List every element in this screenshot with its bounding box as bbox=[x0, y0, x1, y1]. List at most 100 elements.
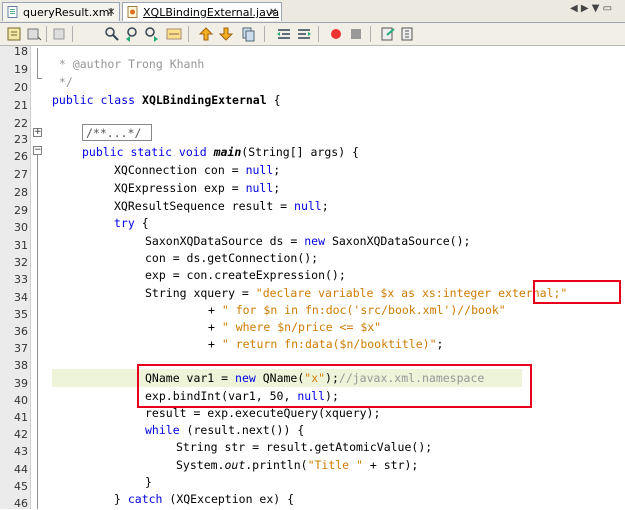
record-macro-icon[interactable] bbox=[328, 26, 344, 42]
close-icon[interactable]: ✕ bbox=[269, 3, 277, 22]
uncomment-icon[interactable] bbox=[400, 26, 416, 42]
keyword: new bbox=[304, 234, 326, 248]
code-line-35[interactable]: + " for $n in fn:doc('src/book.xml')//bo… bbox=[208, 301, 506, 319]
toolbar-separator bbox=[264, 26, 265, 42]
code-line-26[interactable]: public static void main(String[] args) { bbox=[82, 143, 359, 161]
keyword: public static void bbox=[82, 145, 214, 159]
line-number: 29 bbox=[14, 204, 28, 217]
toolbar-separator bbox=[318, 26, 319, 42]
code-line-32[interactable]: con = ds.getConnection(); bbox=[145, 249, 318, 267]
keyword: null bbox=[245, 181, 274, 195]
code-text: ; bbox=[273, 181, 281, 195]
code-line-30[interactable]: try { bbox=[114, 214, 149, 232]
line-number: 27 bbox=[14, 168, 28, 181]
code-line-20[interactable]: */ bbox=[52, 73, 73, 91]
shift-left-icon[interactable] bbox=[276, 26, 292, 42]
line-number: 43 bbox=[14, 445, 28, 458]
fold-guide bbox=[37, 48, 38, 78]
code-text: SaxonXQDataSource(); bbox=[325, 234, 471, 248]
code-text: } bbox=[114, 492, 128, 506]
keyword: catch bbox=[127, 492, 163, 506]
code-line-29[interactable]: XQResultSequence result = null; bbox=[114, 197, 329, 215]
keyword: public class bbox=[52, 93, 143, 107]
string-literal: "Title " bbox=[307, 458, 363, 472]
toolbar-separator bbox=[188, 26, 189, 42]
code-line-42[interactable]: while (result.next()) { bbox=[145, 421, 304, 439]
shift-right-icon[interactable] bbox=[296, 26, 312, 42]
line-number: 35 bbox=[14, 308, 28, 321]
code-line-37[interactable]: + " return fn:data($n/booktitle)"; bbox=[208, 335, 443, 353]
next-bookmark-icon[interactable] bbox=[218, 26, 234, 42]
find-next-icon[interactable] bbox=[144, 26, 160, 42]
annotation-box-qname-bind bbox=[137, 364, 532, 408]
code-line-28[interactable]: XQExpression exp = null; bbox=[114, 179, 280, 197]
line-number: 36 bbox=[14, 325, 28, 338]
prev-bookmark-icon[interactable] bbox=[198, 26, 214, 42]
code-line-45[interactable]: } bbox=[145, 473, 152, 491]
string-literal: "declare variable $x as xs:integer exter… bbox=[255, 286, 568, 300]
expand-fold-icon[interactable]: + bbox=[33, 128, 42, 137]
line-number: 41 bbox=[14, 411, 28, 424]
back-icon[interactable] bbox=[26, 26, 42, 42]
annotation-box-external bbox=[533, 280, 621, 304]
code-text: result = exp.executeQuery(xquery); bbox=[145, 406, 381, 420]
static-field: out bbox=[224, 458, 246, 472]
forward-icon[interactable] bbox=[52, 26, 68, 42]
line-number: 31 bbox=[14, 239, 28, 252]
line-number: 45 bbox=[14, 480, 28, 493]
code-text: { bbox=[266, 93, 281, 107]
fold-guide bbox=[37, 78, 42, 79]
fold-guide bbox=[37, 155, 38, 509]
line-number: 20 bbox=[14, 81, 28, 94]
code-text: + str); bbox=[362, 458, 419, 472]
line-number: 22 bbox=[14, 117, 28, 130]
line-number: 21 bbox=[14, 99, 28, 112]
code-line-23[interactable]: /**...*/ bbox=[86, 124, 141, 142]
line-number: 32 bbox=[14, 256, 28, 269]
code-line-34[interactable]: String xquery = "declare variable $x as … bbox=[145, 284, 567, 302]
collapsed-comment-text: /**...*/ bbox=[86, 126, 142, 140]
collapse-fold-icon[interactable]: − bbox=[33, 146, 42, 155]
line-number: 38 bbox=[14, 359, 28, 372]
tab-xql-binding-external-java[interactable]: XQLBindingExternal.java ✕ bbox=[122, 2, 282, 21]
stop-macro-icon[interactable] bbox=[348, 26, 364, 42]
comment-icon[interactable] bbox=[380, 26, 396, 42]
code-text: (result.next()) { bbox=[179, 423, 305, 437]
find-prev-icon[interactable] bbox=[124, 26, 140, 42]
code-line-19[interactable]: * @author Trong Khanh bbox=[52, 55, 204, 73]
code-line-44[interactable]: System.out.println("Title " + str); bbox=[176, 456, 418, 474]
source-history-icon[interactable] bbox=[6, 26, 22, 42]
find-icon[interactable] bbox=[104, 26, 120, 42]
code-line-36[interactable]: + " where $n/price <= $x" bbox=[208, 318, 381, 336]
editor-toolbar bbox=[0, 23, 625, 46]
tab-scroll-arrows[interactable]: ◀ ▶ ▼ ▭ bbox=[570, 3, 612, 14]
java-file-icon bbox=[127, 6, 138, 18]
line-number: 37 bbox=[14, 342, 28, 355]
code-line-46[interactable]: } catch (XQException ex) { bbox=[114, 490, 294, 508]
tab-label: XQLBindingExternal.java bbox=[143, 6, 280, 19]
code-line-33[interactable]: exp = con.createExpression(); bbox=[145, 266, 346, 284]
keyword: while bbox=[145, 423, 180, 437]
toggle-highlight-icon[interactable] bbox=[166, 26, 182, 42]
toggle-bookmark-icon[interactable] bbox=[240, 26, 256, 42]
code-text: exp = con.createExpression(); bbox=[145, 268, 346, 282]
line-number: 26 bbox=[14, 150, 28, 163]
keyword: try bbox=[114, 216, 135, 230]
code-text: ; bbox=[273, 163, 281, 177]
code-text: ; bbox=[436, 337, 444, 351]
close-icon[interactable]: ✕ bbox=[107, 3, 115, 22]
code-line-27[interactable]: XQConnection con = null; bbox=[114, 161, 280, 179]
line-number: 39 bbox=[14, 377, 28, 390]
code-line-21[interactable]: public class XQLBindingExternal { bbox=[52, 91, 281, 109]
method-name: main bbox=[213, 145, 242, 159]
tab-query-result-xml[interactable]: queryResult.xml ✕ bbox=[2, 2, 120, 21]
code-text: XQResultSequence result = bbox=[114, 199, 295, 213]
string-literal: " return fn:data($n/booktitle)" bbox=[221, 337, 437, 351]
line-number: 46 bbox=[14, 497, 28, 510]
comment-text: */ bbox=[52, 75, 73, 89]
comment-text: * @author Trong Khanh bbox=[52, 57, 205, 71]
code-line-31[interactable]: SaxonXQDataSource ds = new SaxonXQDataSo… bbox=[145, 232, 470, 250]
code-text: + bbox=[208, 337, 222, 351]
code-line-43[interactable]: String str = result.getAtomicValue(); bbox=[176, 438, 432, 456]
code-text: } bbox=[145, 475, 152, 489]
